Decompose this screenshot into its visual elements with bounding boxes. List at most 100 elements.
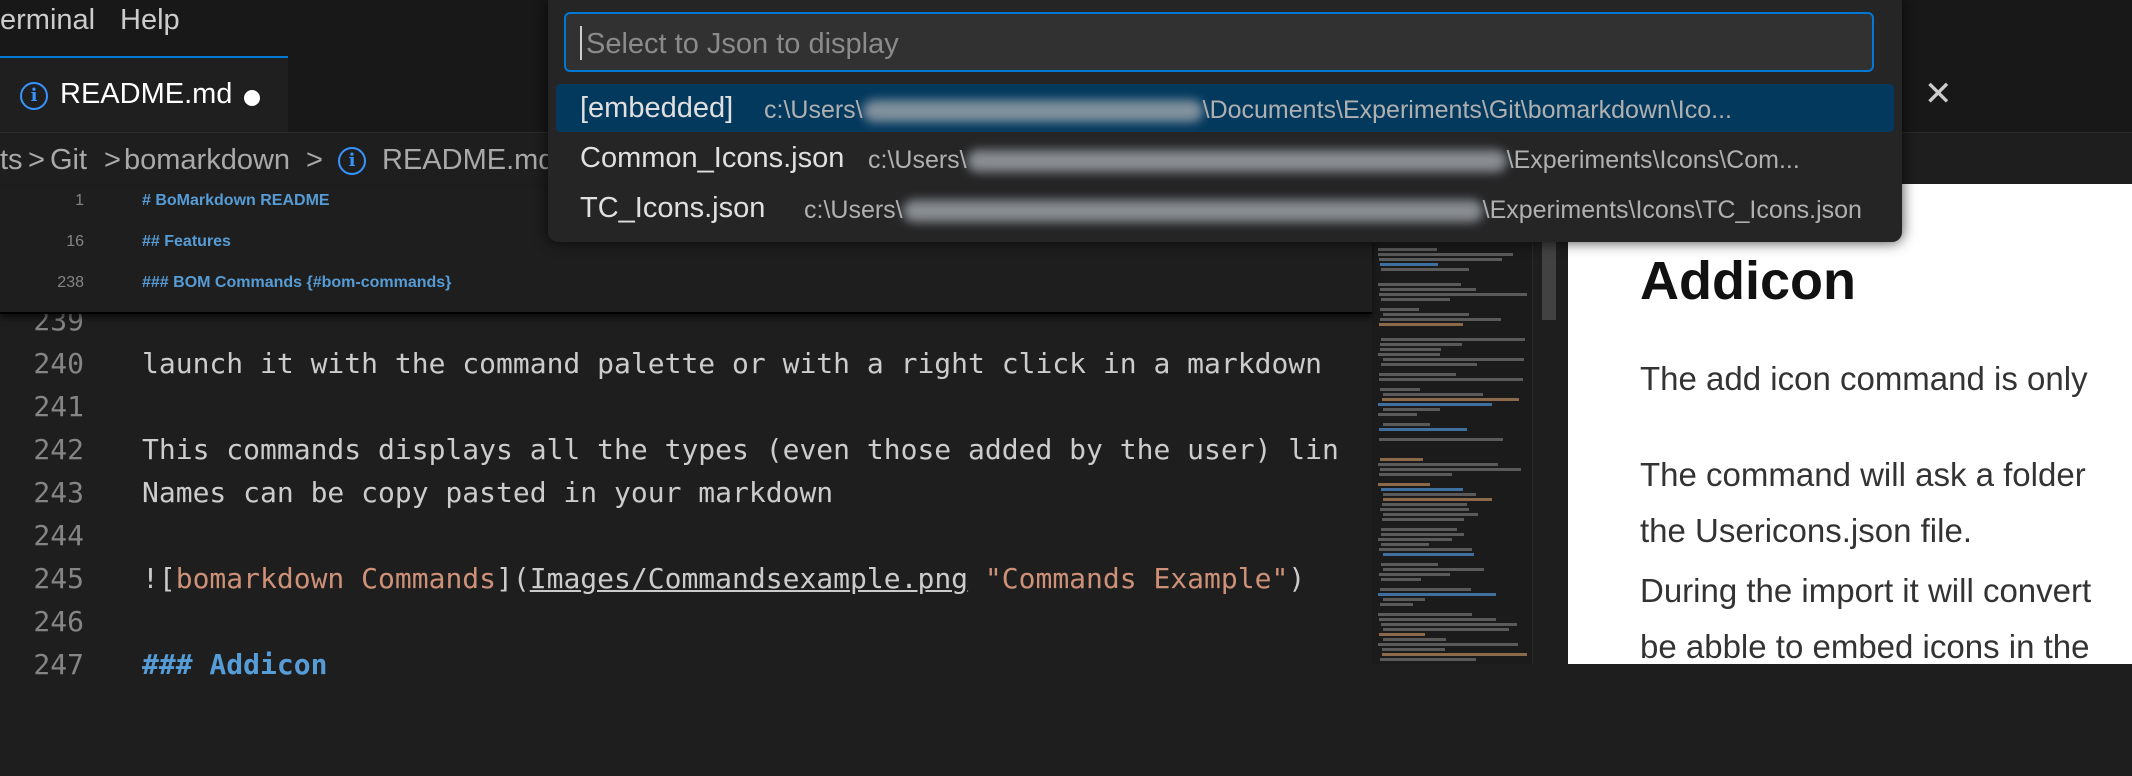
md-image-close: ): [1288, 562, 1306, 595]
minimap-line: [1382, 653, 1527, 656]
line-number: 241: [33, 390, 84, 423]
minimap-line: [1379, 378, 1523, 381]
minimap-line: [1378, 353, 1440, 356]
quick-pick-input-box[interactable]: [564, 12, 1874, 72]
quick-pick-input[interactable]: [584, 20, 1858, 68]
preview-heading: Addicon: [1640, 251, 1856, 311]
minimap-line: [1383, 408, 1440, 411]
code-line[interactable]: 244: [0, 515, 1372, 558]
code-line[interactable]: 242 This commands displays all the types…: [0, 429, 1372, 472]
line-text: This commands displays all the types (ev…: [142, 433, 1339, 466]
breadcrumb-item[interactable]: README.md: [382, 144, 554, 177]
minimap-line: [1378, 613, 1472, 616]
minimap-line: [1379, 258, 1502, 261]
minimap-line: [1381, 578, 1421, 581]
code-line[interactable]: 243 Names can be copy pasted in your mar…: [0, 472, 1372, 515]
minimap-line: [1380, 458, 1423, 461]
minimap-line: [1380, 288, 1476, 291]
minimap-line: [1383, 393, 1483, 396]
code-line[interactable]: 247 ### Addicon: [0, 644, 1372, 687]
line-number: 246: [33, 605, 84, 638]
minimap-line: [1379, 633, 1425, 636]
sticky-line[interactable]: 238 ### BOM Commands {#bom-commands}: [0, 270, 1372, 313]
info-icon: i: [338, 147, 366, 175]
minimap-line: [1379, 323, 1463, 326]
quick-pick-palette: [embedded] c:\Users\\Documents\Experimen…: [548, 0, 1902, 242]
redacted-blur: [902, 200, 1483, 223]
item-label: [embedded]: [580, 92, 734, 124]
line-number: 16: [66, 233, 84, 250]
minimap-line: [1380, 658, 1476, 661]
unsaved-dot-icon[interactable]: [244, 90, 260, 106]
breadcrumb-item[interactable]: Git: [50, 144, 87, 177]
close-icon[interactable]: ✕: [1924, 74, 1953, 114]
menu-terminal[interactable]: erminal: [0, 0, 95, 40]
quick-pick-item-embedded[interactable]: [embedded] c:\Users\ \Documents\Experimen…: [556, 84, 1894, 132]
line-number: 243: [33, 476, 84, 509]
minimap-line: [1381, 298, 1450, 301]
minimap-line: [1378, 253, 1513, 256]
minimap-line: [1378, 413, 1417, 416]
minimap-line: [1381, 268, 1469, 271]
line-number: 238: [57, 274, 84, 291]
line-text: ![bomarkdown Commands](Images/Commandsex…: [142, 562, 1305, 595]
redacted-blur: [966, 150, 1507, 173]
item-description: c:\Users\ \Experiments\Icons\TC_Icons.jso…: [804, 196, 1862, 224]
minimap-line: [1383, 358, 1524, 361]
line-number: 244: [33, 519, 84, 552]
minimap-line: [1378, 248, 1437, 251]
minimap-line: [1380, 308, 1419, 311]
breadcrumb-item[interactable]: ts: [0, 144, 23, 177]
minimap-line: [1380, 343, 1462, 346]
line-text: ## Features: [142, 233, 231, 250]
preview-paragraph: During the import it will convert: [1640, 572, 2092, 609]
preview-paragraph: be abble to embed icons in the: [1640, 628, 2090, 665]
minimap-line: [1379, 573, 1450, 576]
item-label: TC_Icons.json: [580, 192, 766, 224]
redacted-blur: [862, 100, 1203, 123]
minimap-line: [1378, 643, 1518, 646]
minimap[interactable]: [1372, 244, 1532, 664]
minimap-line: [1380, 263, 1438, 266]
minimap-line: [1383, 568, 1484, 571]
minimap-line: [1378, 483, 1430, 486]
minimap-line: [1381, 563, 1438, 566]
line-text: launch it with the command palette or wi…: [142, 347, 1323, 380]
minimap-line: [1383, 553, 1474, 556]
menu-help[interactable]: Help: [120, 0, 180, 40]
quick-pick-item-tc-icons[interactable]: TC_Icons.json c:\Users\ \Experiments\Icon…: [556, 184, 1894, 232]
minimap-line: [1379, 293, 1527, 296]
md-image-path-link[interactable]: Images/Commandsexample.png: [530, 562, 968, 595]
code-line[interactable]: 240 launch it with the command palette o…: [0, 343, 1372, 386]
minimap-line: [1379, 548, 1472, 551]
minimap-line: [1379, 428, 1467, 431]
minimap-line: [1383, 493, 1476, 496]
breadcrumb-item[interactable]: bomarkdown: [124, 144, 290, 177]
text-caret: [580, 26, 582, 60]
minimap-line: [1380, 468, 1521, 471]
minimap-line: [1380, 603, 1413, 606]
code-line[interactable]: 241: [0, 386, 1372, 429]
minimap-line: [1380, 348, 1441, 351]
tab-readme[interactable]: i README.md: [0, 56, 288, 132]
minimap-line: [1379, 438, 1503, 441]
minimap-line: [1383, 313, 1469, 316]
item-label: Common_Icons.json: [580, 142, 845, 174]
minimap-line: [1380, 318, 1501, 321]
minimap-line: [1381, 543, 1429, 546]
minimap-line: [1378, 283, 1461, 286]
preview-paragraph: The command will ask a folder: [1640, 456, 2086, 493]
line-number: 240: [33, 347, 84, 380]
quick-pick-item-common-icons[interactable]: Common_Icons.json c:\Users\ \Experiments\…: [556, 134, 1894, 182]
code-line[interactable]: 246: [0, 601, 1372, 644]
minimap-line: [1379, 618, 1496, 621]
minimap-line: [1383, 628, 1509, 631]
md-image-alt: bomarkdown Commands: [175, 562, 497, 595]
minimap-line: [1381, 533, 1464, 536]
md-image-mid: ](: [496, 562, 530, 595]
code-line[interactable]: 245 ![bomarkdown Commands](Images/Comman…: [0, 558, 1372, 601]
line-number: 245: [33, 562, 84, 595]
minimap-line: [1381, 338, 1525, 341]
breadcrumb-separator: >: [104, 144, 121, 176]
minimap-line: [1380, 508, 1469, 511]
